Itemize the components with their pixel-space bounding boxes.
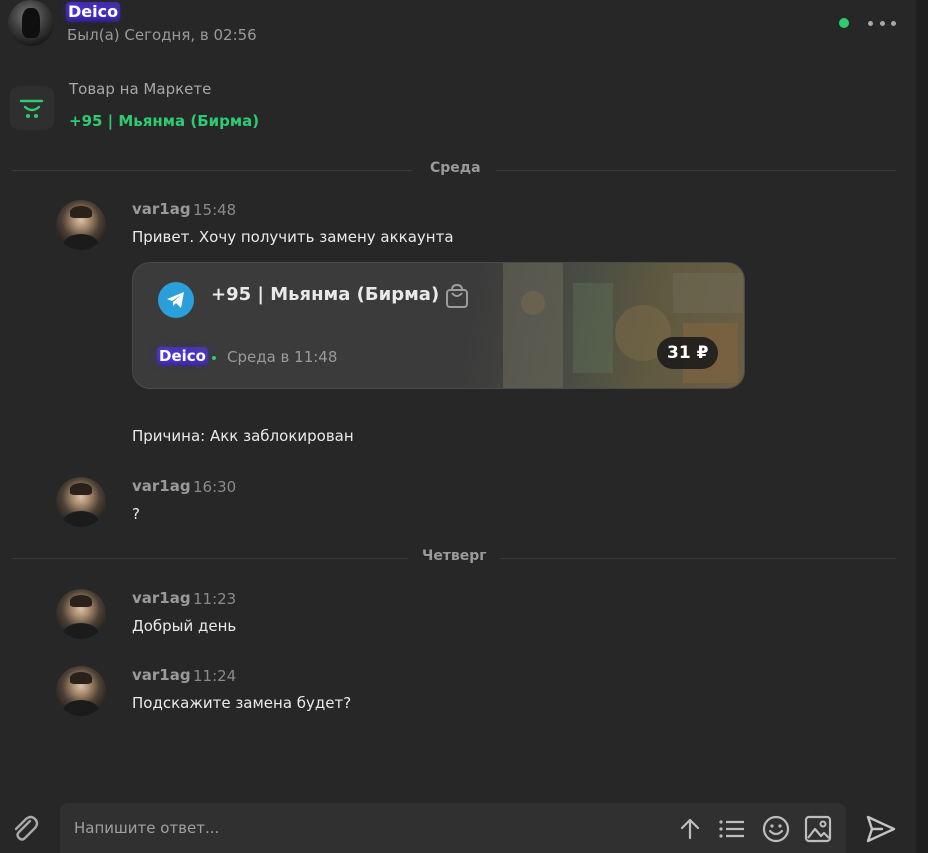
image-icon[interactable] [804, 815, 832, 843]
message: var1ag 15:48 Привет. Хочу получить замен… [0, 200, 916, 250]
product-title[interactable]: +95 | Мьянма (Бирма) [69, 112, 259, 130]
message-text: Подскажите замена будет? [132, 694, 352, 712]
scrollbar-track[interactable] [916, 0, 928, 853]
day-separator-label: Четверг [422, 548, 487, 564]
card-seller-name[interactable]: Deico [157, 347, 208, 366]
sender-avatar[interactable] [56, 666, 106, 716]
last-seen-status: Был(а) Сегодня, в 02:56 [67, 26, 257, 44]
contact-name[interactable]: Deico [66, 2, 121, 22]
day-separator: Четверг [12, 548, 896, 568]
day-separator-label: Среда [430, 160, 481, 176]
message-composer [60, 803, 846, 853]
more-options-button[interactable] [868, 14, 896, 32]
paperclip-icon[interactable] [8, 812, 42, 846]
message-author[interactable]: var1ag [132, 666, 191, 684]
online-indicator [839, 18, 849, 28]
message-time: 15:48 [193, 201, 237, 219]
smiley-icon[interactable] [762, 815, 790, 843]
card-date: Среда в 11:48 [227, 348, 338, 366]
message: var1ag 11:23 Добрый день [0, 589, 916, 639]
more-icon [868, 20, 873, 26]
card-background-art [503, 263, 743, 388]
reply-input[interactable] [60, 803, 660, 853]
telegram-icon [158, 282, 194, 318]
price-badge: 31 ₽ [657, 337, 719, 369]
chat-header: Deico Был(а) Сегодня, в 02:56 [0, 0, 916, 52]
message-text: Привет. Хочу получить замену аккаунта [132, 228, 454, 246]
card-title[interactable]: +95 | Мьянма (Бирма) [211, 284, 439, 305]
chat-window: Deico Был(а) Сегодня, в 02:56 Товар на М… [0, 0, 928, 853]
product-card[interactable]: +95 | Мьянма (Бирма) Deico Среда в 11:48… [132, 262, 745, 389]
arrow-up-icon[interactable] [676, 815, 704, 843]
message-time: 16:30 [193, 478, 237, 496]
product-label: Товар на Маркете [69, 80, 212, 98]
sender-avatar[interactable] [56, 200, 106, 250]
message-text: ? [132, 505, 140, 523]
sender-avatar[interactable] [56, 589, 106, 639]
message-text: Причина: Акк заблокирован [132, 427, 354, 445]
shopping-bag-icon [445, 283, 469, 309]
market-cart-icon [10, 86, 54, 130]
message-time: 11:23 [193, 590, 237, 608]
list-icon[interactable] [718, 815, 746, 843]
seller-online-dot [212, 356, 216, 360]
day-separator: Среда [12, 160, 896, 180]
message-text: Добрый день [132, 617, 237, 635]
message-author[interactable]: var1ag [132, 200, 191, 218]
send-icon[interactable] [864, 812, 898, 846]
message-time: 11:24 [193, 667, 237, 685]
message-author[interactable]: var1ag [132, 477, 191, 495]
message: var1ag 11:24 Подскажите замена будет? [0, 666, 916, 716]
contact-avatar[interactable] [8, 0, 54, 46]
message: var1ag 16:30 ? [0, 477, 916, 527]
message-author[interactable]: var1ag [132, 589, 191, 607]
sender-avatar[interactable] [56, 477, 106, 527]
product-banner[interactable]: Товар на Маркете +95 | Мьянма (Бирма) [0, 76, 916, 136]
